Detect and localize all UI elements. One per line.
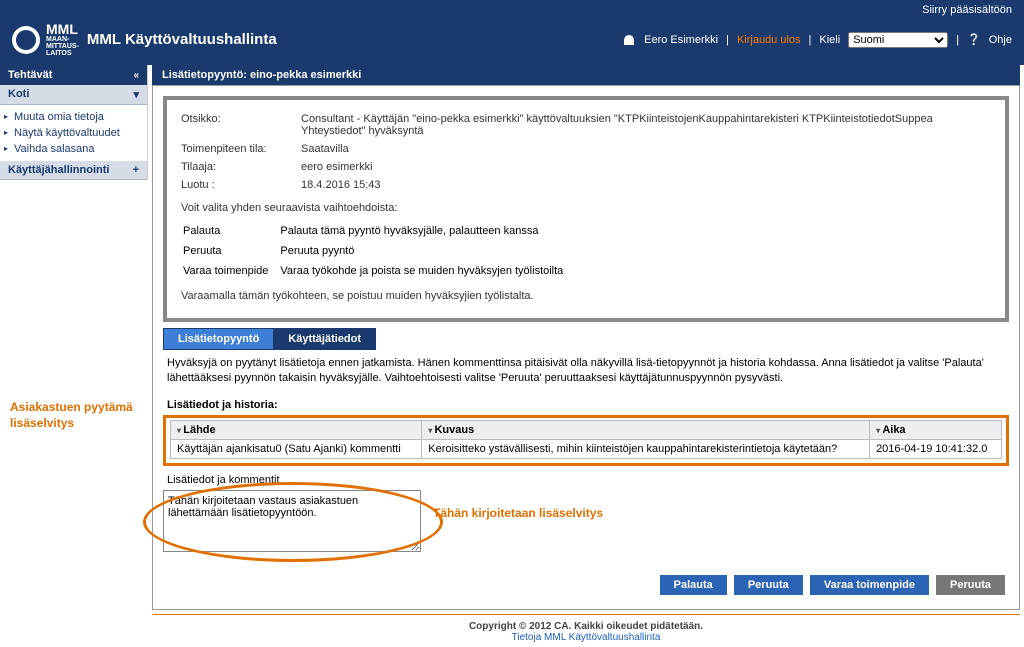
info-footer: Varaamalla tämän työkohteen, se poistuu …: [181, 282, 991, 308]
value-tila: Saatavilla: [301, 143, 349, 155]
sidebar-section-label: Käyttäjähallinnointi: [8, 164, 109, 176]
skip-to-content-link[interactable]: Siirry pääsisältöön: [922, 4, 1012, 16]
collapse-icon[interactable]: «: [133, 70, 139, 81]
opt-desc: Varaa työkohde ja poista se muiden hyväk…: [280, 262, 573, 280]
label-otsikko: Otsikko:: [181, 113, 301, 137]
value-otsikko: Consultant - Käyttäjän "eino-pekka esime…: [301, 113, 991, 137]
help-link[interactable]: Ohje: [989, 34, 1012, 46]
history-annotation-box: Lähde Kuvaus Aika Käyttäjän ajankisatu0 …: [163, 415, 1009, 466]
copyright: Copyright © 2012 CA. Kaikki oikeudet pid…: [469, 621, 703, 632]
person-icon: [624, 35, 634, 45]
label-tila: Toimenpiteen tila:: [181, 143, 301, 155]
language-select[interactable]: Suomi: [848, 32, 948, 48]
tab-bar: Lisätietopyyntö Käyttäjätiedot: [163, 328, 1009, 350]
history-grid: Lähde Kuvaus Aika Käyttäjän ajankisatu0 …: [170, 420, 1002, 459]
plus-icon: +: [133, 164, 139, 176]
logo-icon: [12, 26, 40, 54]
page-footer: Copyright © 2012 CA. Kaikki oikeudet pid…: [152, 614, 1020, 645]
sidebar: Tehtävät « Koti ▾ Muuta omia tietoja Näy…: [0, 65, 148, 180]
sidebar-header: Tehtävät «: [0, 65, 147, 85]
footer-link[interactable]: Tietoja MML Käyttövaltuushallinta: [512, 632, 661, 643]
main-content: Lisätietopyyntö: eino-pekka esimerkki Ot…: [148, 65, 1024, 645]
sidebar-item-muuta[interactable]: Muuta omia tietoja: [0, 109, 147, 125]
info-box: Otsikko: Consultant - Käyttäjän "eino-pe…: [163, 96, 1009, 322]
comments-label: Lisätiedot ja kommentit: [163, 466, 1009, 490]
opt-name: Palauta: [183, 222, 278, 240]
history-label: Lisätiedot ja historia:: [163, 393, 1009, 415]
logo-sub: MAAN-MITTAUS-LAITOS: [46, 36, 79, 57]
sidebar-section-koti[interactable]: Koti ▾: [0, 85, 147, 105]
peruuta-button[interactable]: Peruuta: [734, 575, 803, 595]
opt-desc: Peruuta pyyntö: [280, 242, 573, 260]
opt-desc: Palauta tämä pyyntö hyväksyjälle, palaut…: [280, 222, 573, 240]
annotation-callout-side: Tähän kirjoitetaan lisäselvitys: [433, 490, 603, 520]
help-icon: ❔: [967, 33, 981, 46]
choice-intro: Voit valita yhden seuraavista vaihtoehdo…: [181, 194, 991, 220]
label-luotu: Luotu :: [181, 179, 301, 191]
app-title: MML Käyttövaltuushallinta: [87, 31, 277, 48]
value-tilaaja: eero esimerkki: [301, 161, 373, 173]
col-kuvaus[interactable]: Kuvaus: [422, 420, 870, 439]
cell-aika: 2016-04-19 10:41:32.0: [870, 439, 1002, 458]
current-user: Eero Esimerkki: [644, 34, 718, 46]
sidebar-section-label: Koti: [8, 88, 29, 101]
cell-lahde: Käyttäjän ajankisatu0 (Satu Ajanki) komm…: [171, 439, 422, 458]
col-aika[interactable]: Aika: [870, 420, 1002, 439]
value-luotu: 18.4.2016 15:43: [301, 179, 381, 191]
opt-name: Peruuta: [183, 242, 278, 260]
logo-mml: MML: [46, 22, 79, 36]
sidebar-section-admin[interactable]: Käyttäjähallinnointi +: [0, 161, 147, 180]
varaa-toimenpide-button[interactable]: Varaa toimenpide: [810, 575, 929, 595]
sidebar-item-vaihda[interactable]: Vaihda salasana: [0, 141, 147, 157]
table-row[interactable]: Käyttäjän ajankisatu0 (Satu Ajanki) komm…: [171, 439, 1002, 458]
tab-kayttajatiedot[interactable]: Käyttäjätiedot: [273, 328, 376, 350]
options-table: PalautaPalauta tämä pyyntö hyväksyjälle,…: [181, 220, 575, 282]
sidebar-title: Tehtävät: [8, 69, 52, 81]
tab-explanation: Hyväksyjä on pyytänyt lisätietoja ennen …: [163, 350, 1009, 393]
palauta-button[interactable]: Palauta: [660, 575, 727, 595]
header: Siirry pääsisältöön MML MAAN-MITTAUS-LAI…: [0, 0, 1024, 65]
opt-name: Varaa toimenpide: [183, 262, 278, 280]
col-lahde[interactable]: Lähde: [171, 420, 422, 439]
logo: MML MAAN-MITTAUS-LAITOS: [12, 22, 79, 57]
label-tilaaja: Tilaaja:: [181, 161, 301, 173]
tab-lisatietopyynto[interactable]: Lisätietopyyntö: [163, 328, 274, 350]
language-label: Kieli: [819, 34, 840, 46]
sidebar-item-nayta[interactable]: Näytä käyttövaltuudet: [0, 125, 147, 141]
logout-link[interactable]: Kirjaudu ulos: [737, 34, 801, 46]
comments-textarea[interactable]: [163, 490, 421, 552]
action-bar: Palauta Peruuta Varaa toimenpide Peruuta: [163, 555, 1009, 599]
panel-title: Lisätietopyyntö: eino-pekka esimerkki: [152, 65, 1020, 85]
chevron-down-icon: ▾: [133, 88, 139, 101]
cell-kuvaus: Keroisitteko ystävällisesti, mihin kiint…: [422, 439, 870, 458]
peruuta2-button[interactable]: Peruuta: [936, 575, 1005, 595]
